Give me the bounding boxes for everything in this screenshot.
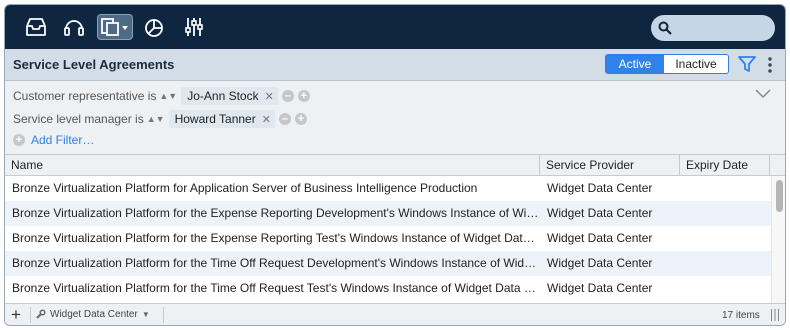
scrollbar-thumb[interactable]: [776, 180, 783, 212]
documents-icon: [101, 18, 128, 36]
remove-chip-icon[interactable]: ✕: [265, 91, 274, 103]
up-down-arrows-icon[interactable]: ▲▼: [147, 114, 165, 124]
settings-button[interactable]: [179, 14, 209, 40]
table-row[interactable]: Bronze Virtualization Platform for the E…: [5, 226, 771, 251]
table-row[interactable]: Bronze Virtualization Platform for Appli…: [5, 176, 771, 201]
column-header-name[interactable]: Name: [5, 155, 540, 176]
table-header: Name Service Provider Expiry Date: [5, 155, 785, 176]
analytics-button[interactable]: [139, 14, 169, 40]
wrench-icon: [36, 309, 46, 319]
cell-name: Bronze Virtualization Platform for the T…: [12, 256, 540, 270]
cell-name: Bronze Virtualization Platform for the E…: [12, 231, 540, 245]
filter-row-sl-manager: Service level manager is ▲▼ Howard Tanne…: [13, 109, 307, 129]
cell-service-provider: Widget Data Center: [547, 256, 653, 270]
cell-name: Bronze Virtualization Platform for the T…: [12, 281, 540, 295]
filter-value: Jo-Ann Stock: [187, 89, 259, 103]
chevron-down-icon[interactable]: [755, 89, 771, 99]
service-desk-button[interactable]: [59, 14, 89, 40]
add-filter-row-icon[interactable]: +: [297, 90, 310, 102]
active-toggle-button[interactable]: Active: [606, 55, 664, 73]
caret-down-icon: ▼: [141, 310, 150, 319]
sla-window: Service Level Agreements Active Inactive…: [4, 4, 786, 326]
remove-filter-icon[interactable]: –: [278, 113, 291, 125]
add-filter-label: Add Filter…: [31, 133, 95, 147]
headset-icon: [64, 20, 84, 36]
table-row[interactable]: Bronze Virtualization Platform for the T…: [5, 251, 771, 276]
cell-service-provider: Widget Data Center: [547, 206, 653, 220]
filter-field-label[interactable]: Service level manager is: [13, 112, 144, 126]
footer-bar: + Widget Data Center ▼ 17 items: [5, 303, 785, 325]
filter-value: Howard Tanner: [174, 112, 256, 126]
item-count: 17 items: [722, 310, 760, 321]
plus-circle-icon: +: [13, 134, 25, 146]
title-bar: Service Level Agreements Active Inactive: [5, 49, 785, 81]
table-body: Bronze Virtualization Platform for Appli…: [5, 176, 771, 303]
add-filter-link[interactable]: + Add Filter…: [13, 133, 94, 147]
filter-row-customer-rep: Customer representative is ▲▼ Jo-Ann Sto…: [13, 86, 310, 106]
vertical-ellipsis-icon[interactable]: [767, 57, 773, 73]
divider: [30, 307, 31, 323]
remove-chip-icon[interactable]: ✕: [262, 114, 271, 126]
filter-field-label[interactable]: Customer representative is: [13, 89, 156, 103]
top-toolbar: [5, 5, 785, 49]
inbox-button[interactable]: [21, 14, 51, 40]
filter-value-chip[interactable]: Howard Tanner ✕: [168, 110, 275, 128]
documents-button[interactable]: [97, 14, 133, 40]
scope-label: Widget Data Center: [50, 309, 138, 320]
remove-filter-icon[interactable]: –: [281, 90, 294, 102]
table-row[interactable]: Bronze Virtualization Platform for the T…: [5, 276, 771, 301]
inactive-toggle-button[interactable]: Inactive: [664, 55, 728, 73]
sliders-icon: [185, 18, 203, 36]
filter-panel: Customer representative is ▲▼ Jo-Ann Sto…: [5, 81, 785, 155]
resize-grip-icon[interactable]: [770, 309, 780, 321]
vertical-scrollbar[interactable]: [771, 176, 785, 303]
add-filter-row-icon[interactable]: +: [294, 113, 307, 125]
funnel-icon[interactable]: [738, 56, 756, 73]
up-down-arrows-icon[interactable]: ▲▼: [159, 91, 177, 101]
search-icon: [658, 21, 672, 35]
page-title: Service Level Agreements: [13, 57, 175, 72]
cell-name: Bronze Virtualization Platform for Appli…: [12, 181, 478, 195]
add-record-button[interactable]: +: [11, 305, 21, 325]
cell-service-provider: Widget Data Center: [547, 231, 653, 245]
cell-name: Bronze Virtualization Platform for the E…: [12, 206, 540, 220]
table-row[interactable]: Bronze Virtualization Platform for the E…: [5, 201, 771, 226]
status-toggle: Active Inactive: [605, 54, 729, 74]
filter-value-chip[interactable]: Jo-Ann Stock ✕: [181, 87, 278, 105]
column-header-service-provider[interactable]: Service Provider: [540, 155, 680, 176]
scope-selector[interactable]: Widget Data Center ▼: [35, 309, 150, 320]
column-header-expiry-date[interactable]: Expiry Date: [680, 155, 770, 176]
pie-chart-icon: [145, 19, 163, 37]
cell-service-provider: Widget Data Center: [547, 181, 653, 195]
cell-service-provider: Widget Data Center: [547, 281, 653, 295]
divider: [163, 307, 164, 323]
inbox-icon: [26, 18, 46, 36]
search-input[interactable]: [651, 15, 775, 41]
